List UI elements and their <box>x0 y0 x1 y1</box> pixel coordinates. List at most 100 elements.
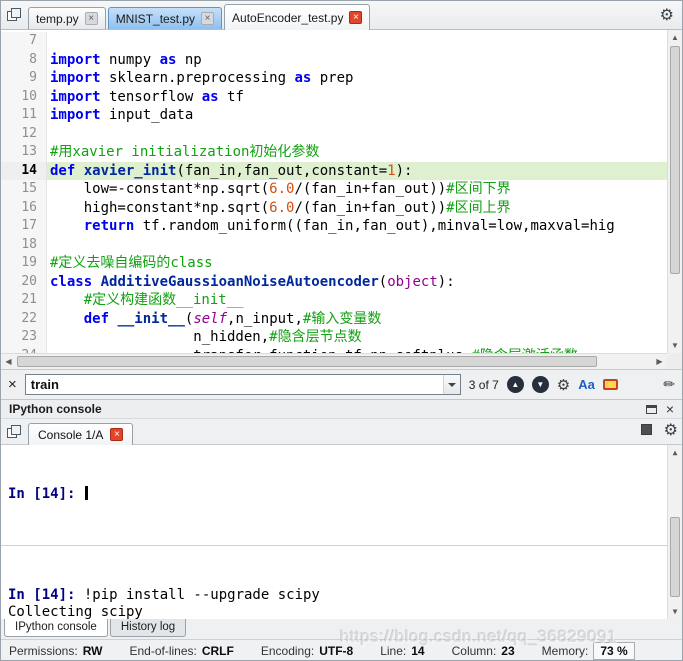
bottom-tab-history-log[interactable]: History log <box>110 619 186 637</box>
console-tab[interactable]: Console 1/A × <box>28 423 133 445</box>
code-token: object <box>387 274 438 290</box>
line-number: 20 <box>1 273 47 292</box>
code-token: 6.0 <box>269 181 294 197</box>
code-token: high=constant*np.sqrt( <box>50 200 269 216</box>
status-label: Permissions: <box>9 644 78 658</box>
scroll-right-arrow-icon[interactable]: ▶ <box>652 354 667 369</box>
line-number: 15 <box>1 180 47 199</box>
code-line[interactable]: 20class AdditiveGaussioanNoiseAutoencode… <box>1 273 667 292</box>
code-token <box>50 311 84 327</box>
code-line[interactable]: 12 <box>1 125 667 144</box>
spyder-window: temp.py×MNIST_test.py×AutoEncoder_test.p… <box>0 0 683 661</box>
combo-dropdown-icon[interactable] <box>443 375 460 394</box>
code-line[interactable]: 10import tensorflow as tf <box>1 88 667 107</box>
code-token: input_data <box>101 107 194 123</box>
find-previous-button[interactable]: ▲ <box>507 376 524 393</box>
code-line[interactable]: 8import numpy as np <box>1 51 667 70</box>
console-line: In [14]: !pip install --upgrade scipy <box>8 587 662 604</box>
line-number: 13 <box>1 143 47 162</box>
browse-tabs-icon[interactable] <box>7 8 22 23</box>
search-combobox[interactable] <box>25 374 461 395</box>
code-token: import <box>50 107 101 123</box>
status-label: Encoding: <box>261 644 314 658</box>
line-number: 18 <box>1 236 47 255</box>
find-options-gear-icon[interactable]: ⚙ <box>557 376 570 394</box>
code-line[interactable]: 17 return tf.random_uniform((fan_in,fan_… <box>1 217 667 236</box>
code-token: xavier_init <box>84 163 177 179</box>
console-prompt-line: In [14]: <box>8 486 662 503</box>
console-output[interactable]: In [14]: In [14]: !pip install --upgrade… <box>1 445 682 619</box>
tab-label: temp.py <box>36 12 79 26</box>
tab-close-icon[interactable]: × <box>201 12 214 25</box>
search-input[interactable] <box>26 375 443 394</box>
highlight-matches-icon[interactable] <box>603 379 618 390</box>
code-token: numpy <box>101 52 160 68</box>
editor-tab-autoencoder_test-py[interactable]: AutoEncoder_test.py× <box>224 4 370 30</box>
code-editor[interactable]: 78import numpy as np9import sklearn.prep… <box>1 30 682 369</box>
editor-vertical-scroll-thumb[interactable] <box>670 46 680 274</box>
code-text: import numpy as np <box>47 51 667 70</box>
console-tab-close-icon[interactable]: × <box>110 428 123 441</box>
console-vertical-scroll-thumb[interactable] <box>670 517 680 597</box>
editor-horizontal-scroll-thumb[interactable] <box>17 356 597 367</box>
editor-options-gear-icon[interactable]: ⚙ <box>660 5 674 24</box>
code-line[interactable]: 11import input_data <box>1 106 667 125</box>
browse-tabs-icon-part <box>11 425 21 435</box>
code-lines: 78import numpy as np9import sklearn.prep… <box>1 30 667 353</box>
panel-close-icon[interactable]: × <box>666 403 674 415</box>
code-token: import <box>50 70 101 86</box>
undock-icon[interactable] <box>646 405 657 414</box>
bottom-tab-ipython-console[interactable]: IPython console <box>4 619 108 637</box>
code-text: def xavier_init(fan_in,fan_out,constant=… <box>47 162 667 181</box>
editor-tab-temp-py[interactable]: temp.py × <box>28 7 106 29</box>
line-number: 9 <box>1 69 47 88</box>
code-line[interactable]: 16 high=constant*np.sqrt(6.0/(fan_in+fan… <box>1 199 667 218</box>
code-line[interactable]: 21 #定义构建函数__init__ <box>1 291 667 310</box>
tab-close-icon[interactable]: × <box>85 12 98 25</box>
code-line[interactable]: 15 low=-constant*np.sqrt(6.0/(fan_in+fan… <box>1 180 667 199</box>
code-token: as <box>160 52 177 68</box>
code-text: class AdditiveGaussioanNoiseAutoencoder(… <box>47 273 667 292</box>
status-value: UTF-8 <box>319 644 353 658</box>
find-close-icon[interactable]: × <box>8 378 17 392</box>
find-next-button[interactable]: ▼ <box>532 376 549 393</box>
code-line[interactable]: 22 def __init__(self,n_input,#输入变量数 <box>1 310 667 329</box>
console-options-gear-icon[interactable]: ⚙ <box>664 420 678 439</box>
scroll-up-arrow-icon[interactable]: ▲ <box>668 445 682 460</box>
scroll-down-arrow-icon[interactable]: ▼ <box>668 604 682 619</box>
code-line[interactable]: 23 n_hidden,#隐含层节点数 <box>1 328 667 347</box>
line-number: 21 <box>1 291 47 310</box>
console-vertical-scrollbar[interactable]: ▲ ▼ <box>667 445 682 619</box>
interrupt-stop-icon[interactable] <box>641 424 652 435</box>
code-token: Collecting scipy <box>8 604 143 619</box>
tab-close-icon[interactable]: × <box>349 11 362 24</box>
code-line[interactable]: 14def xavier_init(fan_in,fan_out,constan… <box>1 162 667 181</box>
match-count: 3 of 7 <box>469 378 499 392</box>
chevron-down-icon <box>448 383 456 387</box>
match-case-toggle[interactable]: Aa <box>578 377 595 392</box>
console-panel-title: IPython console <box>9 402 102 416</box>
status-value: RW <box>83 644 103 658</box>
code-token: def <box>84 311 109 327</box>
code-line[interactable]: 7 <box>1 32 667 51</box>
status-item-memory: Memory:73 % <box>542 642 635 660</box>
code-token: sklearn.preprocessing <box>101 70 295 86</box>
scroll-down-arrow-icon[interactable]: ▼ <box>668 338 682 353</box>
editor-horizontal-scrollbar[interactable]: ◀ ▶ <box>1 353 667 369</box>
code-line[interactable]: 19#定义去噪自编码的class <box>1 254 667 273</box>
bottom-dock-tabs: IPython consoleHistory log <box>1 619 682 639</box>
code-token: tf.random_uniform((fan_in,fan_out),minva… <box>134 218 614 234</box>
console-title-icons: × <box>646 403 674 415</box>
code-line[interactable]: 18 <box>1 236 667 255</box>
edit-pencil-icon[interactable]: ✏ <box>663 377 675 393</box>
code-token: #区间上界 <box>446 200 510 216</box>
editor-vertical-scrollbar[interactable]: ▲ ▼ <box>667 30 682 353</box>
line-number: 8 <box>1 51 47 70</box>
code-text: #定义去噪自编码的class <box>47 254 667 273</box>
editor-tab-mnist_test-py[interactable]: MNIST_test.py× <box>108 7 222 29</box>
scroll-up-arrow-icon[interactable]: ▲ <box>668 30 682 45</box>
console-browse-tabs-icon[interactable] <box>7 425 22 440</box>
scroll-left-arrow-icon[interactable]: ◀ <box>1 354 16 369</box>
code-line[interactable]: 13#用xavier initialization初始化参数 <box>1 143 667 162</box>
code-line[interactable]: 9import sklearn.preprocessing as prep <box>1 69 667 88</box>
